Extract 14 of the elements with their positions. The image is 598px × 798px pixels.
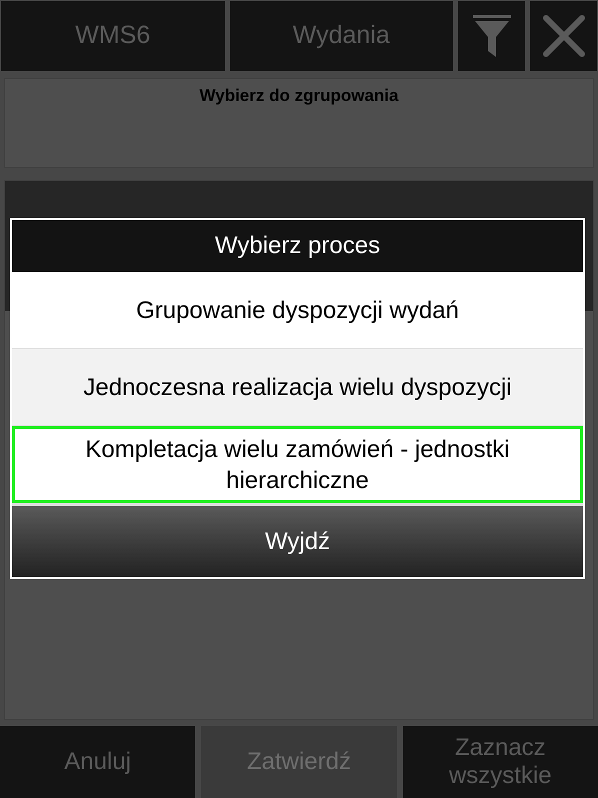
bottom-bar-button[interactable]: Zaznacz wszystkie <box>402 726 598 798</box>
dialog-title: Wybierz proces <box>12 220 583 272</box>
top-bar-button[interactable]: Wydania <box>230 1 453 71</box>
filter-icon <box>472 15 510 57</box>
process-option[interactable]: Jednoczesna realizacja wielu dyspozycji <box>12 349 583 426</box>
process-option[interactable]: Kompletacja wielu zamówień - jednostki hierarchiczne <box>12 426 583 503</box>
close-icon <box>542 14 586 58</box>
close-button[interactable] <box>530 1 597 71</box>
exit-button[interactable]: Wyjdź <box>12 506 583 577</box>
filter-button[interactable] <box>458 1 525 71</box>
bottom-bar-button[interactable]: Anuluj <box>0 726 196 798</box>
top-bar-button[interactable]: WMS6 <box>1 1 224 71</box>
process-option[interactable]: Grupowanie dyspozycji wydań <box>12 272 583 349</box>
group-panel-title: Wybierz do zgrupowania <box>200 85 398 107</box>
